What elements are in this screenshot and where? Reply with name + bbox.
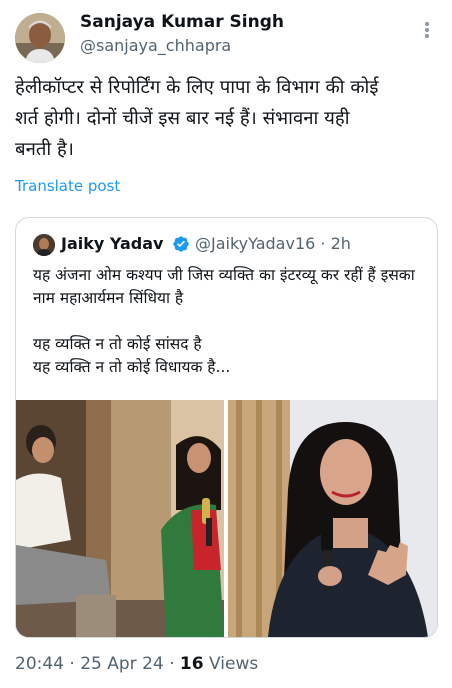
quoted-line: यह व्यक्ति न तो कोई विधायक है... [33,358,231,376]
separator-dot: · [320,234,331,253]
tweet-line: शर्त होगी। दोनों चीजें इस बार नई हैं। सं… [15,108,350,129]
author-avatar[interactable] [15,13,65,63]
quoted-meta: @JaikyYadav16 · 2h [195,234,351,253]
media-image-interview[interactable] [16,400,224,637]
post-meta: 20:44 · 25 Apr 24 · 16 Views [15,654,258,674]
quoted-author-handle[interactable]: @JaikyYadav16 [195,234,315,253]
quoted-author-name[interactable]: Jaiky Yadav [61,234,163,253]
separator-dot: · [169,654,180,674]
media-image-anchor[interactable] [228,400,437,637]
quoted-timestamp[interactable]: 2h [331,234,351,253]
tweet-line: हेलीकॉप्टर से रिपोर्टिंग के लिए पापा के … [15,77,379,98]
tweet-line: बनती है। [15,139,74,160]
author-handle[interactable]: @sanjaya_chhapra [80,36,231,55]
translate-post-link[interactable]: Translate post [15,177,120,195]
views-label: Views [209,654,259,674]
quoted-paragraph: यह अंजना ओम कश्यप जी जिस व्यक्ति का इंटर… [33,266,415,307]
verified-badge-icon [173,236,189,252]
views-count: 16 [179,654,204,674]
quoted-author-avatar[interactable] [33,234,55,256]
tweet-text: हेलीकॉप्टर से रिपोर्टिंग के लिए पापा के … [15,72,440,165]
author-name[interactable]: Sanjaya Kumar Singh [80,12,284,32]
quoted-line: यह व्यक्ति न तो कोई सांसद है [33,335,202,353]
post-date[interactable]: 25 Apr 24 [80,654,163,674]
post-time[interactable]: 20:44 [15,654,64,674]
quoted-tweet-text: यह अंजना ओम कश्यप जी जिस व्यक्ति का इंटर… [33,264,428,379]
more-icon[interactable] [417,20,437,40]
quoted-tweet-card[interactable]: Jaiky Yadav @JaikyYadav16 · 2h यह अंजना … [15,217,438,638]
separator-dot: · [69,654,81,674]
